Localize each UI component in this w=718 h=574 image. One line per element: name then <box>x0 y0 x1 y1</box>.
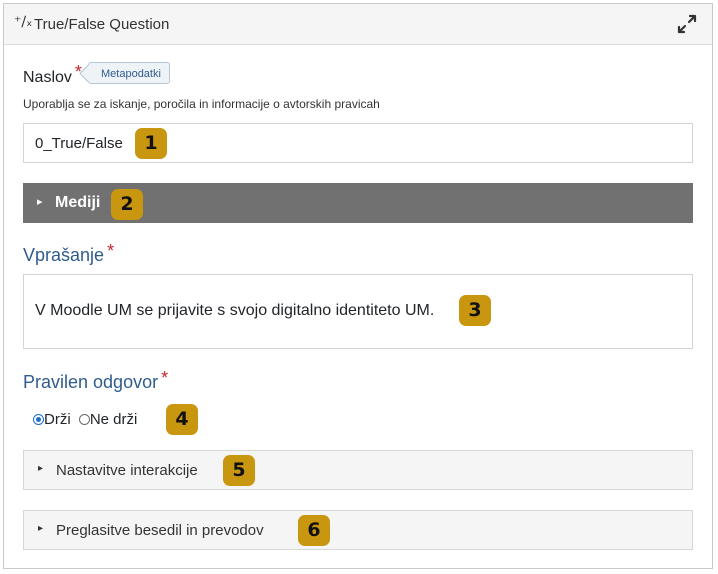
radio-true-label[interactable]: Drži <box>44 411 71 428</box>
title-input[interactable]: 0_True/False <box>23 123 693 163</box>
expand-icon[interactable] <box>676 13 698 35</box>
required-mark: * <box>107 241 115 261</box>
section-label: Preglasitve besedil in prevodov <box>56 522 264 539</box>
correct-answer-label: Pravilen odgovor * <box>23 368 169 392</box>
media-label: Mediji <box>55 194 101 211</box>
caret-right-icon: ▸ <box>37 196 43 208</box>
callout-badge-5: 5 <box>223 455 255 486</box>
correct-answer-radio-group: Drži Ne drži <box>33 411 137 428</box>
true-false-icon: ⁺∕ₓ <box>14 14 33 30</box>
required-mark: * <box>161 368 169 388</box>
caret-right-icon: ▸ <box>38 463 44 474</box>
radio-false-label[interactable]: Ne drži <box>90 411 138 428</box>
caret-right-icon: ▸ <box>38 523 44 534</box>
title-label: Naslov * <box>23 62 82 86</box>
panel-title: True/False Question <box>34 16 170 33</box>
question-text: V Moodle UM se prijavite s svojo digital… <box>35 302 435 319</box>
interaction-settings-section[interactable]: ▸ Nastavitve interakcije <box>23 450 693 490</box>
text-overrides-section[interactable]: ▸ Preglasitve besedil in prevodov <box>23 510 693 550</box>
callout-badge-2: 2 <box>111 189 143 220</box>
callout-badge-4: 4 <box>166 404 198 435</box>
section-label: Nastavitve interakcije <box>56 462 198 479</box>
question-label: Vprašanje * <box>23 241 115 265</box>
metadata-tag-button[interactable]: Metapodatki <box>88 62 170 84</box>
callout-badge-6: 6 <box>298 515 330 546</box>
callout-badge-1: 1 <box>135 128 167 159</box>
callout-badge-3: 3 <box>459 295 491 326</box>
panel-header: ⁺∕ₓ True/False Question <box>4 4 712 45</box>
question-text-editor[interactable]: V Moodle UM se prijavite s svojo digital… <box>23 274 693 349</box>
radio-true[interactable] <box>33 414 44 425</box>
title-help-text: Uporablja se za iskanje, poročila in inf… <box>23 97 380 111</box>
radio-false[interactable] <box>78 414 90 425</box>
